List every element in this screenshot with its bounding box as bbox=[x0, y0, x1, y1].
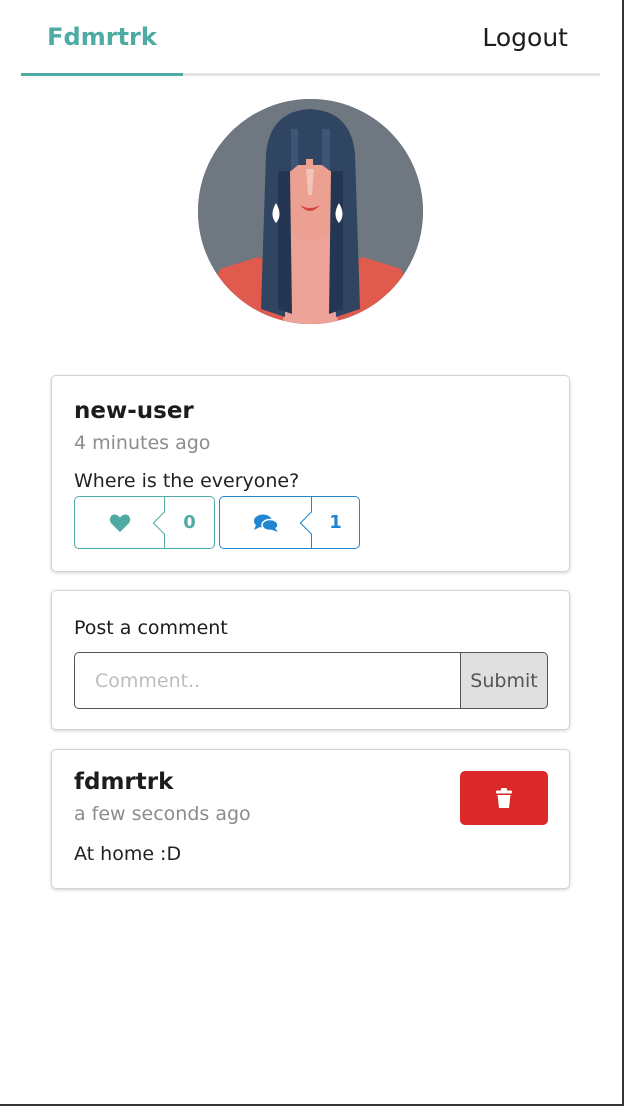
top-menu: Fdmrtrk Logout bbox=[21, 0, 600, 76]
comment-time: a few seconds ago bbox=[74, 803, 251, 825]
logout-link[interactable]: Logout bbox=[482, 23, 568, 52]
comment-card: fdmrtrk a few seconds ago At home :D bbox=[51, 749, 570, 889]
like-count: 0 bbox=[183, 512, 196, 533]
comment-form-card: Post a comment Submit bbox=[51, 590, 570, 730]
like-icon-part bbox=[75, 497, 164, 548]
like-button[interactable]: 0 bbox=[74, 496, 215, 549]
submit-button[interactable]: Submit bbox=[460, 652, 548, 709]
post-time[interactable]: 4 minutes ago bbox=[74, 432, 210, 454]
trash-icon bbox=[496, 788, 512, 808]
comment-body: At home :D bbox=[74, 843, 182, 865]
comments-count: 1 bbox=[329, 512, 342, 533]
heart-icon bbox=[109, 513, 130, 532]
comments-count-label: 1 bbox=[299, 497, 359, 548]
comments-icon bbox=[253, 514, 279, 532]
post-username[interactable]: new-user bbox=[74, 398, 194, 424]
comments-icon-part bbox=[220, 497, 311, 548]
comments-button[interactable]: 1 bbox=[219, 496, 360, 549]
post-body: Where is the everyone? bbox=[74, 470, 300, 492]
comment-form-label: Post a comment bbox=[74, 617, 228, 639]
like-count-label: 0 bbox=[152, 497, 214, 548]
avatar-woman-icon bbox=[198, 99, 423, 324]
menu-item-home[interactable]: Fdmrtrk bbox=[21, 0, 183, 76]
post-card: new-user 4 minutes ago Where is the ever… bbox=[51, 375, 570, 572]
delete-comment-button[interactable] bbox=[460, 771, 548, 825]
comment-input[interactable] bbox=[74, 652, 461, 709]
avatar bbox=[198, 99, 423, 324]
comment-username: fdmrtrk bbox=[74, 769, 174, 795]
